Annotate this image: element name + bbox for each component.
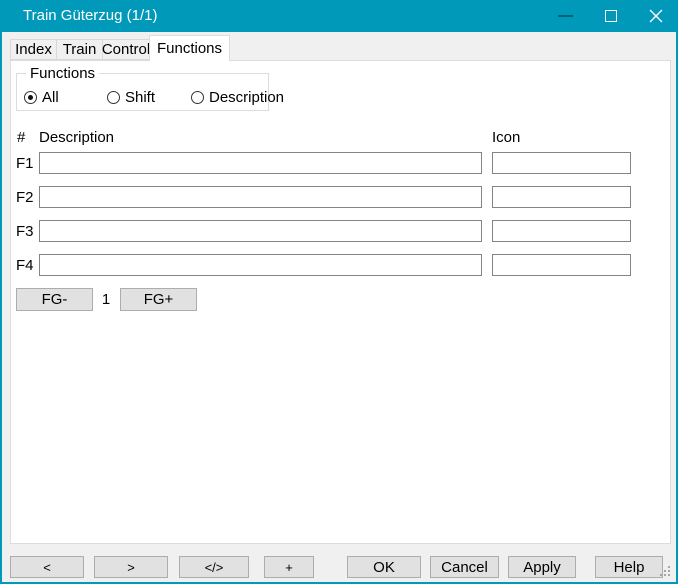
column-header-description: Description — [39, 129, 114, 146]
ok-button[interactable]: OK — [347, 556, 421, 578]
close-icon — [649, 9, 663, 23]
tab-train[interactable]: Train — [56, 39, 103, 60]
resize-grip[interactable] — [660, 566, 672, 578]
f1-icon-input[interactable] — [492, 152, 631, 174]
resize-grip-dots — [660, 574, 662, 576]
row-label-f3: F3 — [16, 223, 34, 240]
radio-all-icon — [24, 91, 37, 104]
f3-icon-input[interactable] — [492, 220, 631, 242]
functions-tab-page: Functions All Shift Description # Descri… — [10, 60, 671, 544]
next-button[interactable]: > — [94, 556, 168, 578]
radio-option-description[interactable]: Description — [191, 89, 284, 105]
minimize-button — [543, 0, 588, 32]
fg-plus-button[interactable]: FG+ — [120, 288, 197, 311]
functions-groupbox-legend: Functions — [26, 65, 99, 82]
functions-groupbox: Functions All Shift Description — [16, 73, 269, 111]
tab-functions[interactable]: Functions — [149, 35, 230, 61]
caption-buttons — [543, 0, 678, 32]
dialog-window: Train Güterzug (1/1) Index Train Control… — [0, 0, 678, 584]
f2-description-input[interactable] — [39, 186, 482, 208]
radio-option-all[interactable]: All — [24, 89, 59, 105]
cancel-button[interactable]: Cancel — [430, 556, 499, 578]
row-label-f4: F4 — [16, 257, 34, 274]
window-title: Train Güterzug (1/1) — [23, 7, 158, 24]
f3-description-input[interactable] — [39, 220, 482, 242]
fg-minus-button[interactable]: FG- — [16, 288, 93, 311]
radio-description-icon — [191, 91, 204, 104]
column-header-number: # — [17, 129, 25, 146]
maximize-icon — [605, 10, 617, 22]
fg-value: 1 — [96, 291, 116, 308]
apply-button[interactable]: Apply — [508, 556, 576, 578]
radio-shift-icon — [107, 91, 120, 104]
code-button[interactable]: </> — [179, 556, 249, 578]
radio-option-shift[interactable]: Shift — [107, 89, 155, 105]
maximize-button[interactable] — [588, 0, 633, 32]
radio-all-label: All — [42, 89, 59, 106]
f2-icon-input[interactable] — [492, 186, 631, 208]
row-label-f2: F2 — [16, 189, 34, 206]
prev-button[interactable]: < — [10, 556, 84, 578]
titlebar[interactable]: Train Güterzug (1/1) — [0, 0, 678, 32]
close-button[interactable] — [633, 0, 678, 32]
f4-icon-input[interactable] — [492, 254, 631, 276]
tab-control[interactable]: Control — [102, 39, 150, 60]
column-header-icon: Icon — [492, 129, 520, 146]
tab-index[interactable]: Index — [10, 39, 57, 60]
help-button[interactable]: Help — [595, 556, 663, 578]
row-label-f1: F1 — [16, 155, 34, 172]
f1-description-input[interactable] — [39, 152, 482, 174]
add-button[interactable]: + — [264, 556, 314, 578]
radio-shift-label: Shift — [125, 89, 155, 106]
f4-description-input[interactable] — [39, 254, 482, 276]
tab-strip: Index Train Control Functions — [10, 35, 229, 61]
minimize-icon — [558, 15, 573, 17]
radio-description-label: Description — [209, 89, 284, 106]
